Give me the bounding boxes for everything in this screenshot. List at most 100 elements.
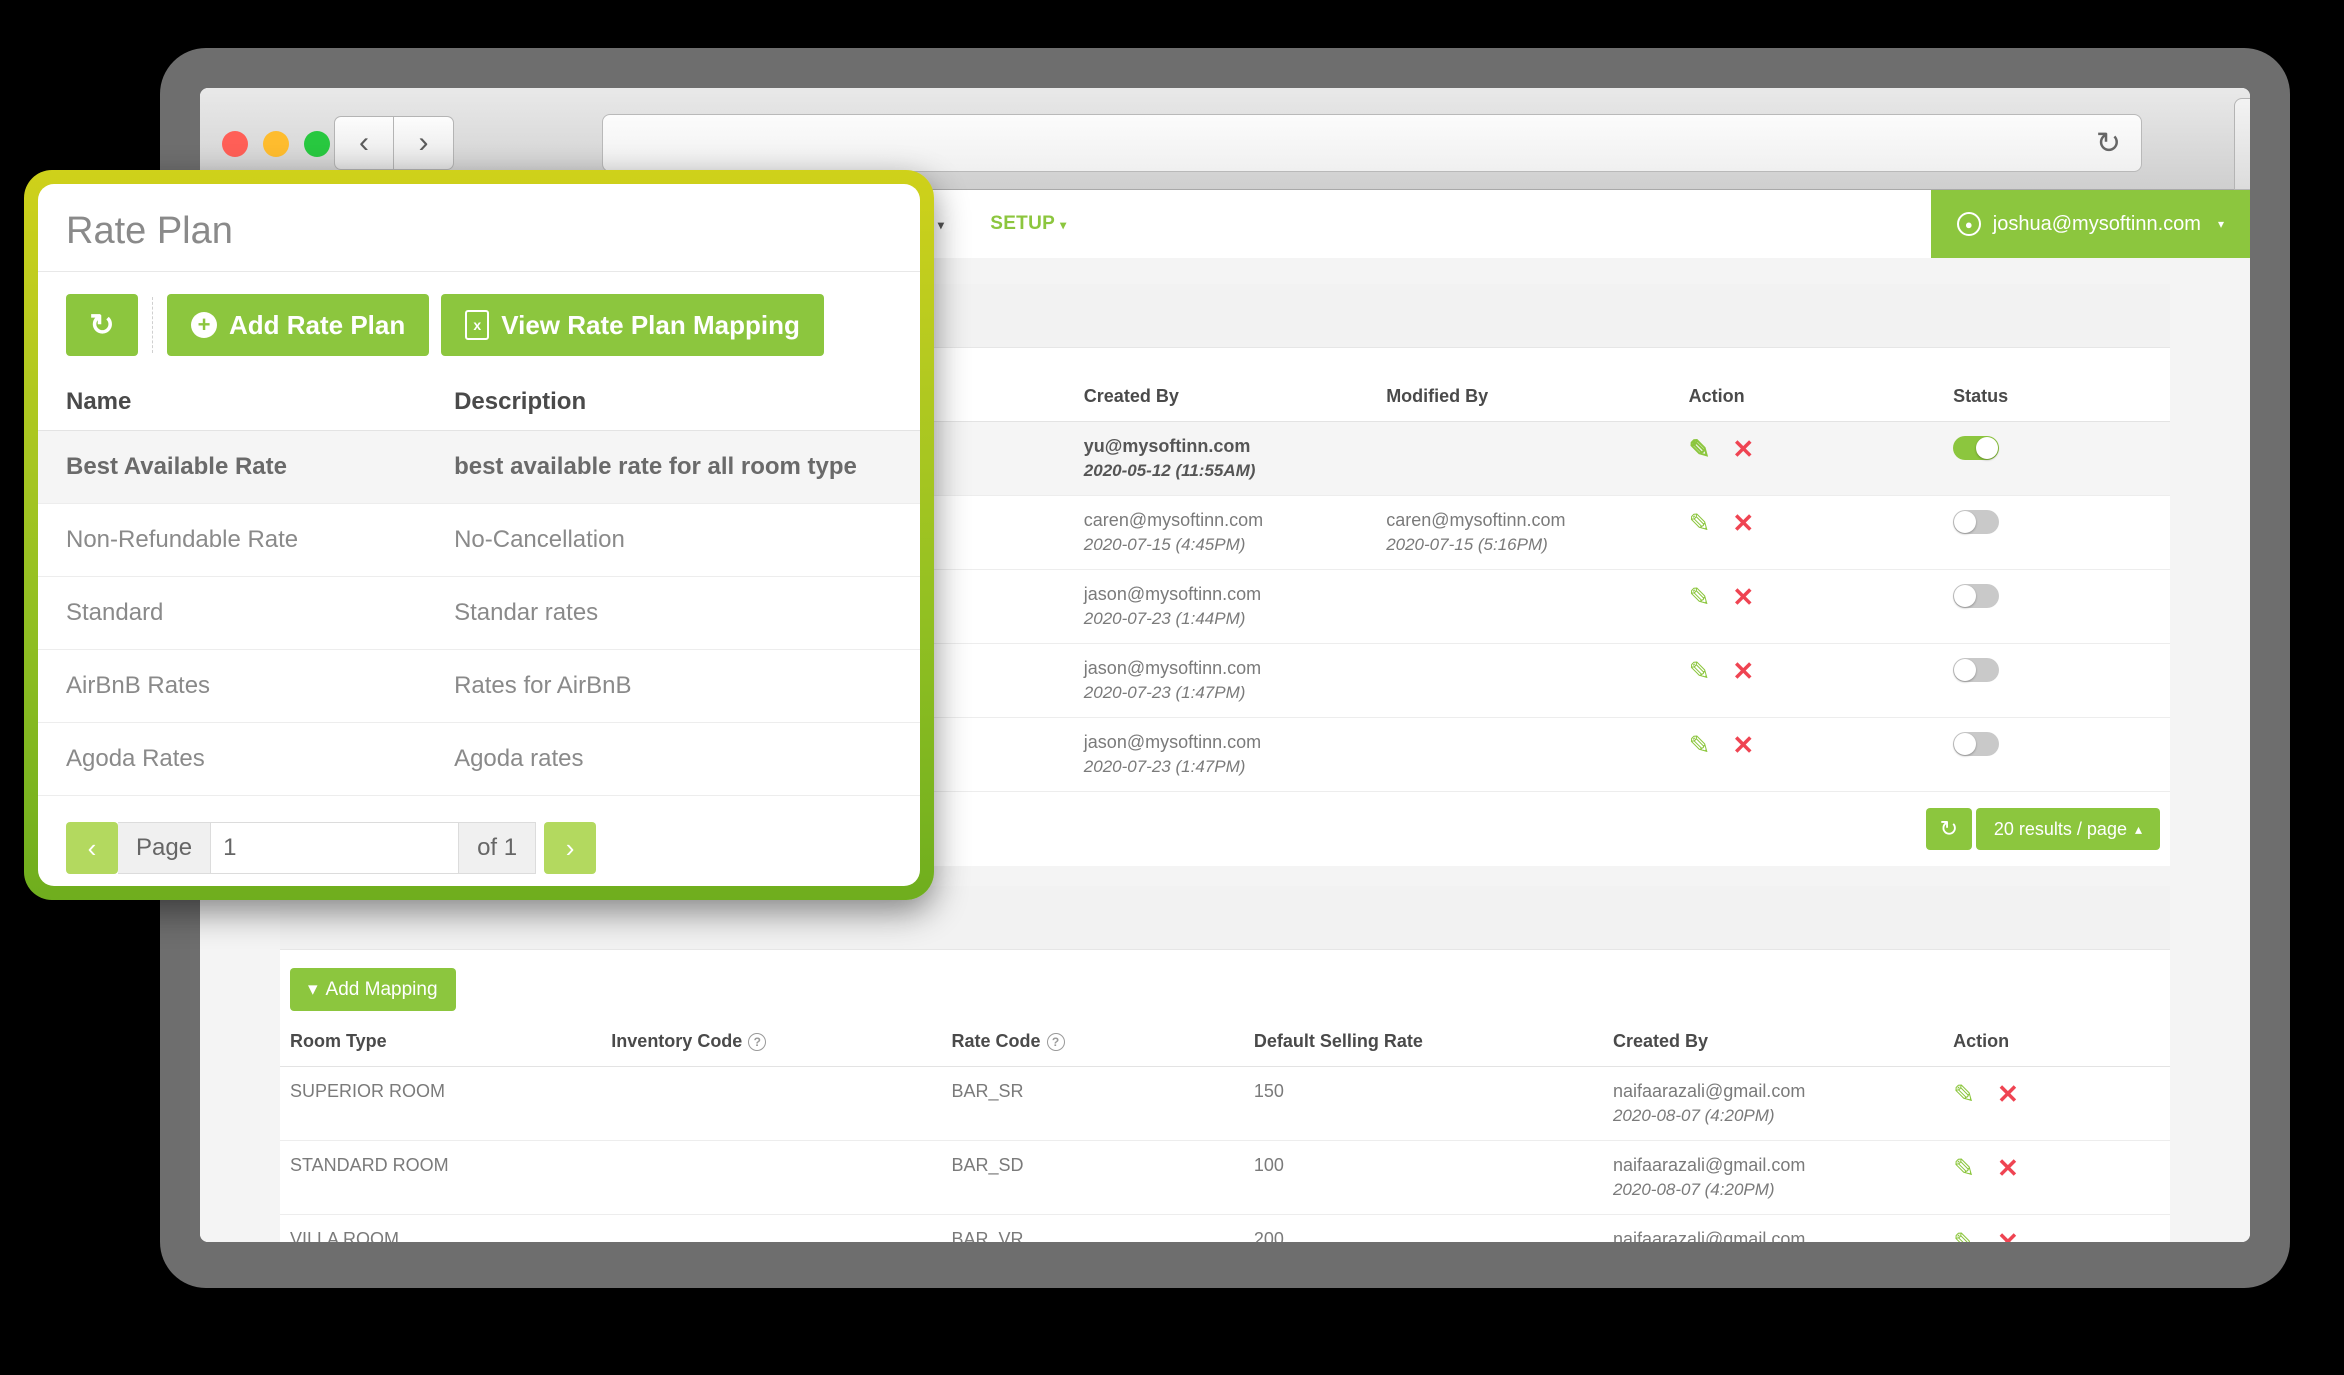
modal-rows: Best Available Rate best available rate f… — [38, 430, 920, 796]
status-toggle[interactable] — [1953, 658, 2000, 682]
maximize-window-button[interactable] — [304, 131, 330, 157]
cell-name: Standard — [38, 576, 427, 650]
delete-icon[interactable]: ✕ — [1997, 1155, 2019, 1181]
list-item[interactable]: Agoda Rates Agoda rates — [38, 722, 920, 796]
plus-circle-icon: + — [191, 312, 217, 338]
status-toggle[interactable] — [1953, 436, 2000, 460]
results-per-page-button[interactable]: 20 results / page ▴ — [1975, 808, 2160, 850]
toggle-knob — [1954, 585, 1977, 607]
delete-icon[interactable]: ✕ — [1732, 436, 1754, 462]
view-rate-plan-mapping-button[interactable]: x View Rate Plan Mapping — [441, 294, 824, 356]
delete-icon[interactable]: ✕ — [1732, 510, 1754, 536]
modal-title: Rate Plan — [38, 184, 920, 272]
next-page-button[interactable]: › — [544, 822, 597, 874]
cell-inventory-code — [601, 1066, 942, 1141]
address-bar[interactable]: ↻ — [602, 114, 2142, 172]
refresh-icon[interactable]: ↻ — [1925, 808, 1972, 850]
user-menu[interactable]: ● joshua@mysoftinn.com ▾ — [1930, 190, 2250, 258]
cell-description: best available rate for all room type — [426, 430, 920, 504]
new-tab-button[interactable]: + — [2234, 98, 2250, 190]
minimize-window-button[interactable] — [263, 131, 289, 157]
col-name: Name — [38, 374, 427, 431]
page-label: Page — [118, 822, 212, 874]
table-row[interactable]: SUPERIOR ROOM BAR_SR 150 naifaarazali@gmail… — [280, 1066, 2170, 1141]
delete-icon[interactable]: ✕ — [1732, 732, 1754, 758]
row-actions: ✎ ✕ — [1943, 1066, 2170, 1141]
menu-item-setup[interactable]: SETUP ▾ — [990, 213, 1066, 235]
cell-created-by: naifaarazali@gmail.com2020-08-07 (4:20PM… — [1602, 1140, 1944, 1215]
mapping-header-row: Room Type Inventory Code? Rate Code? Def… — [280, 1017, 2170, 1067]
delete-icon[interactable]: ✕ — [1732, 584, 1754, 610]
modal-header-row: Name Description — [38, 374, 920, 431]
cell-status — [1943, 717, 2170, 792]
table-row[interactable]: STANDARD ROOM BAR_SD 100 naifaarazali@gmail… — [280, 1140, 2170, 1215]
edit-icon[interactable]: ✎ — [1689, 732, 1711, 758]
toolbar-divider — [152, 297, 153, 353]
col-description: Description — [426, 374, 920, 431]
cell-room-type: STANDARD ROOM — [280, 1140, 602, 1215]
toggle-knob — [1954, 511, 1977, 533]
rate-table-footer-controls: ↻ 20 results / page ▴ — [1925, 808, 2160, 850]
delete-icon[interactable]: ✕ — [1997, 1229, 2019, 1242]
edit-icon[interactable]: ✎ — [1953, 1155, 1975, 1181]
cell-default-selling-rate: 150 — [1243, 1066, 1603, 1141]
edit-icon[interactable]: ✎ — [1953, 1081, 1975, 1107]
delete-icon[interactable]: ✕ — [1732, 658, 1754, 684]
col-created-by: Created By — [1602, 1017, 1944, 1067]
edit-icon[interactable]: ✎ — [1689, 658, 1711, 684]
status-toggle[interactable] — [1953, 510, 2000, 534]
status-toggle[interactable] — [1953, 732, 2000, 756]
cell-modified-by — [1376, 717, 1679, 792]
forward-button[interactable]: › — [394, 116, 454, 170]
cell-default-selling-rate: 200 — [1243, 1214, 1603, 1242]
cell-room-type: SUPERIOR ROOM — [280, 1066, 602, 1141]
cell-name: Agoda Rates — [38, 722, 427, 796]
col-action: Action — [1678, 372, 1944, 422]
reload-icon[interactable]: ↻ — [2096, 126, 2121, 161]
close-window-button[interactable] — [222, 131, 248, 157]
list-item[interactable]: Standard Standar rates — [38, 576, 920, 650]
refresh-icon[interactable]: ↻ — [66, 294, 138, 356]
mapping-rows: SUPERIOR ROOM BAR_SR 150 naifaarazali@gmail… — [280, 1066, 2170, 1242]
list-item[interactable]: AirBnB Rates Rates for AirBnB — [38, 649, 920, 723]
cell-description: No-Cancellation — [426, 503, 920, 577]
cell-created-by: caren@mysoftinn.com 2020-07-15 (4:45PM) — [1073, 495, 1377, 570]
cell-name: Non-Refundable Rate — [38, 503, 427, 577]
cell-modified-by — [1376, 643, 1679, 718]
status-toggle[interactable] — [1953, 584, 2000, 608]
row-actions: ✎ ✕ — [1678, 643, 1944, 718]
col-default-selling-rate: Default Selling Rate — [1243, 1017, 1603, 1067]
cell-status — [1943, 643, 2170, 718]
cell-modified-by — [1376, 421, 1679, 496]
edit-icon[interactable]: ✎ — [1689, 436, 1711, 462]
cell-modified-by: caren@mysoftinn.com 2020-07-15 (5:16PM) — [1376, 495, 1679, 570]
cell-inventory-code — [601, 1140, 942, 1215]
help-icon[interactable]: ? — [1046, 1033, 1065, 1051]
edit-icon[interactable]: ✎ — [1689, 510, 1711, 536]
cell-name: AirBnB Rates — [38, 649, 427, 723]
list-item[interactable]: Best Available Rate best available rate f… — [38, 430, 920, 504]
cell-name: Best Available Rate — [38, 430, 427, 504]
list-item[interactable]: Non-Refundable Rate No-Cancellation — [38, 503, 920, 577]
cell-rate-code: BAR_SR — [941, 1066, 1244, 1141]
edit-icon[interactable]: ✎ — [1689, 584, 1711, 610]
add-rate-plan-button[interactable]: + Add Rate Plan — [167, 294, 430, 356]
edit-icon[interactable]: ✎ — [1953, 1229, 1975, 1242]
prev-page-button[interactable]: ‹ — [66, 822, 118, 874]
col-room-type: Room Type — [280, 1017, 602, 1067]
row-actions: ✎ ✕ — [1678, 717, 1944, 792]
page-input[interactable]: 1 — [211, 822, 460, 874]
cell-description: Rates for AirBnB — [426, 649, 920, 723]
cell-status — [1943, 421, 2170, 496]
cell-created-by: naifaarazali@gmail.com2020-08-07 (4:20PM… — [1602, 1066, 1944, 1141]
help-icon[interactable]: ? — [748, 1033, 767, 1051]
add-mapping-button[interactable]: ▾ Add Mapping — [290, 968, 456, 1011]
cell-description: Agoda rates — [426, 722, 920, 796]
cell-default-selling-rate: 100 — [1243, 1140, 1603, 1215]
user-email: joshua@mysoftinn.com — [1992, 212, 2201, 235]
back-button[interactable]: ‹ — [334, 116, 394, 170]
cell-modified-by — [1376, 569, 1679, 644]
table-row[interactable]: VILLA ROOM BAR_VR 200 naifaarazali@gmail.co… — [280, 1214, 2170, 1242]
delete-icon[interactable]: ✕ — [1997, 1081, 2019, 1107]
cell-status — [1943, 495, 2170, 570]
